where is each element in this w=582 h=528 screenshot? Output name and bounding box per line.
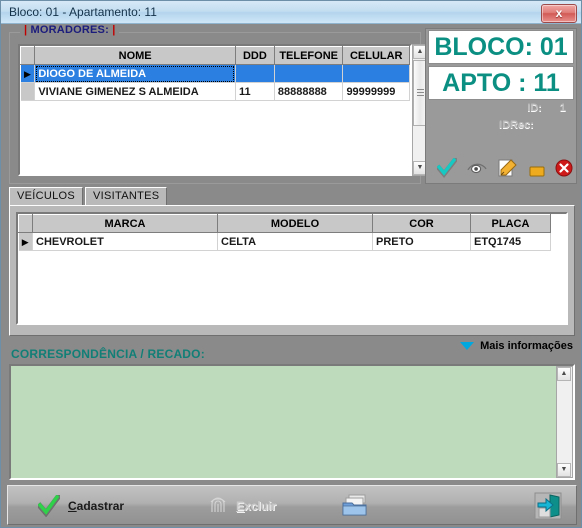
cell-placa[interactable]: ETQ1745: [470, 232, 551, 251]
cell-telefone[interactable]: [274, 64, 344, 83]
panel-icon-row: [426, 155, 576, 183]
cadastrar-label: Cadastrar: [68, 499, 124, 513]
cancel-icon: [555, 159, 573, 177]
residents-groupbox: | MORADORES: | NOME DDD TELEFONE CELULAR: [9, 24, 428, 184]
cell-modelo[interactable]: CELTA: [217, 232, 373, 251]
pasta-button[interactable]: [341, 490, 371, 522]
row-marker-icon: ▶: [21, 236, 29, 247]
residents-grid[interactable]: NOME DDD TELEFONE CELULAR ▶ DIOGO DE ALM…: [18, 44, 412, 176]
edit-icon: [498, 159, 517, 177]
col-header-telefone[interactable]: TELEFONE: [273, 46, 344, 65]
unlock-icon: [529, 159, 545, 177]
col-header-modelo[interactable]: MODELO: [217, 214, 373, 233]
tab-visitantes[interactable]: VISITANTES: [85, 187, 168, 206]
residents-table: NOME DDD TELEFONE CELULAR ▶ DIOGO DE ALM…: [19, 46, 410, 101]
cell-ddd[interactable]: [235, 64, 275, 83]
excluir-button[interactable]: Excluir: [208, 490, 276, 522]
correspondence-textarea[interactable]: ▲ ▼: [9, 364, 575, 480]
cadastrar-accel: C: [68, 499, 77, 513]
window-title: Bloco: 01 - Apartamento: 11: [9, 5, 157, 19]
residents-header-row: NOME DDD TELEFONE CELULAR: [19, 46, 410, 65]
cell-telefone[interactable]: 88888888: [274, 82, 344, 101]
check-icon: [38, 495, 60, 517]
check-icon: [437, 158, 457, 178]
bottom-toolbar: Cadastrar Excluir: [7, 485, 577, 525]
legend-pipe-right: |: [112, 24, 116, 36]
cell-nome[interactable]: DIOGO DE ALMEIDA: [34, 64, 236, 83]
idrec-label: IDRec:: [499, 119, 534, 131]
id-value: 1: [559, 102, 566, 114]
cell-ddd[interactable]: 11: [235, 82, 275, 101]
fingerprint-icon: [210, 497, 226, 512]
vehicles-panel: MARCA MODELO COR PLACA ▶ CHEVROLET CELTA: [9, 205, 575, 336]
thumb-grip: [417, 89, 424, 96]
cancel-icon-button[interactable]: [551, 155, 577, 181]
residents-legend: | MORADORES: |: [20, 24, 120, 38]
application-window: Bloco: 01 - Apartamento: 11 x | MORADORE…: [0, 0, 582, 528]
excluir-rest: xcluir: [244, 499, 277, 513]
cadastrar-button[interactable]: Cadastrar: [38, 490, 124, 522]
legend-pipe-left: |: [24, 24, 28, 36]
close-icon: x: [555, 6, 563, 20]
folder-icon: [342, 494, 367, 516]
col-header-marca[interactable]: MARCA: [32, 214, 218, 233]
exit-door-icon: [534, 492, 562, 520]
apto-display: APTO : 11: [428, 66, 574, 100]
more-info-label: Mais informações: [480, 340, 573, 352]
scroll-up-icon[interactable]: ▲: [557, 367, 571, 381]
apartment-info-panel: BLOCO: 01 APTO : 11 ID: 1 IDRec:: [425, 28, 577, 184]
legend-text: MORADORES:: [30, 24, 109, 36]
unlock-icon-button[interactable]: [524, 155, 550, 181]
more-info-link[interactable]: Mais informações: [460, 340, 573, 356]
vehicles-table: MARCA MODELO COR PLACA ▶ CHEVROLET CELTA: [18, 214, 566, 251]
table-row[interactable]: ▶ DIOGO DE ALMEIDA: [20, 64, 410, 83]
col-header-placa[interactable]: PLACA: [470, 214, 551, 233]
sair-button[interactable]: [534, 490, 562, 522]
cadastrar-rest: adastrar: [76, 499, 125, 513]
col-header-filler: [550, 214, 566, 233]
title-bar: Bloco: 01 - Apartamento: 11 x: [1, 1, 581, 24]
col-header-cor[interactable]: COR: [372, 214, 471, 233]
row-indicator: ▶: [20, 64, 36, 83]
cell-marca[interactable]: CHEVROLET: [32, 232, 218, 251]
tab-veiculos[interactable]: VEÍCULOS: [9, 187, 84, 206]
cell-celular[interactable]: 99999999: [342, 82, 410, 101]
cell-celular[interactable]: [342, 64, 410, 83]
row-marker-icon: ▶: [23, 68, 31, 79]
eye-icon-button[interactable]: [464, 155, 490, 181]
excluir-accel: E: [236, 499, 245, 513]
id-label: ID:: [527, 102, 542, 114]
vehicles-header-row: MARCA MODELO COR PLACA: [18, 214, 566, 233]
tab-strip: VEÍCULOS VISITANTES: [9, 187, 575, 206]
row-indicator-header: [19, 46, 36, 65]
vehicles-grid[interactable]: MARCA MODELO COR PLACA ▶ CHEVROLET CELTA: [16, 212, 568, 325]
table-row[interactable]: VIVIANE GIMENEZ S ALMEIDA 11 88888888 99…: [20, 82, 410, 101]
cell-filler: [551, 233, 567, 251]
cell-nome[interactable]: VIVIANE GIMENEZ S ALMEIDA: [34, 82, 236, 101]
col-header-ddd[interactable]: DDD: [234, 46, 275, 65]
excluir-label: Excluir: [236, 499, 276, 513]
bloco-display: BLOCO: 01: [428, 30, 574, 64]
row-indicator: [20, 82, 36, 101]
row-indicator: ▶: [18, 232, 33, 251]
edit-icon-button[interactable]: [494, 155, 520, 181]
check-icon-button[interactable]: [434, 155, 460, 181]
correspondence-value[interactable]: [11, 366, 556, 478]
chevron-down-icon: [460, 342, 475, 351]
row-indicator-header: [18, 214, 33, 233]
table-row[interactable]: ▶ CHEVROLET CELTA PRETO ETQ1745: [18, 232, 567, 251]
close-button[interactable]: x: [541, 4, 577, 23]
col-header-nome[interactable]: NOME: [34, 46, 236, 65]
scroll-down-icon[interactable]: ▼: [557, 463, 571, 477]
cell-cor[interactable]: PRETO: [372, 232, 471, 251]
correspondence-label: CORRESPONDÊNCIA / RECADO:: [11, 347, 205, 361]
col-header-celular[interactable]: CELULAR: [342, 46, 410, 65]
correspondence-scrollbar[interactable]: ▲ ▼: [556, 366, 573, 478]
eye-icon: [467, 163, 487, 174]
